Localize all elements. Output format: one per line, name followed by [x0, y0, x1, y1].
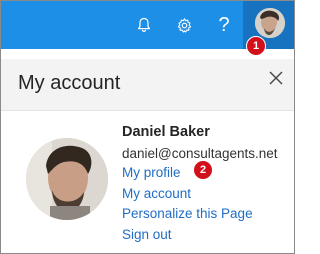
- panel-header: My account: [1, 59, 294, 111]
- profile-avatar: [26, 138, 108, 220]
- step-callout-1: 1: [246, 36, 266, 56]
- notifications-button[interactable]: [129, 10, 159, 40]
- bell-icon: [138, 17, 150, 33]
- help-button[interactable]: ?: [209, 10, 239, 40]
- close-button[interactable]: [269, 71, 287, 89]
- close-icon: [269, 71, 283, 85]
- user-name: Daniel Baker: [122, 124, 210, 140]
- gear-icon: [177, 17, 191, 33]
- panel-title: My account: [18, 72, 121, 94]
- sign-out-link[interactable]: Sign out: [122, 225, 278, 246]
- account-window: ? 1 My account Daniel Baker daniel@consu…: [0, 0, 295, 254]
- step-callout-2: 2: [193, 160, 213, 180]
- settings-button[interactable]: [169, 10, 199, 40]
- help-icon: ?: [218, 14, 230, 36]
- personalize-page-link[interactable]: Personalize this Page: [122, 204, 278, 225]
- user-info: Daniel Baker daniel@consultagents.net My…: [122, 123, 278, 245]
- avatar: [255, 8, 285, 38]
- user-photo: [255, 8, 285, 38]
- my-account-link[interactable]: My account: [122, 184, 278, 205]
- user-photo: [26, 138, 108, 220]
